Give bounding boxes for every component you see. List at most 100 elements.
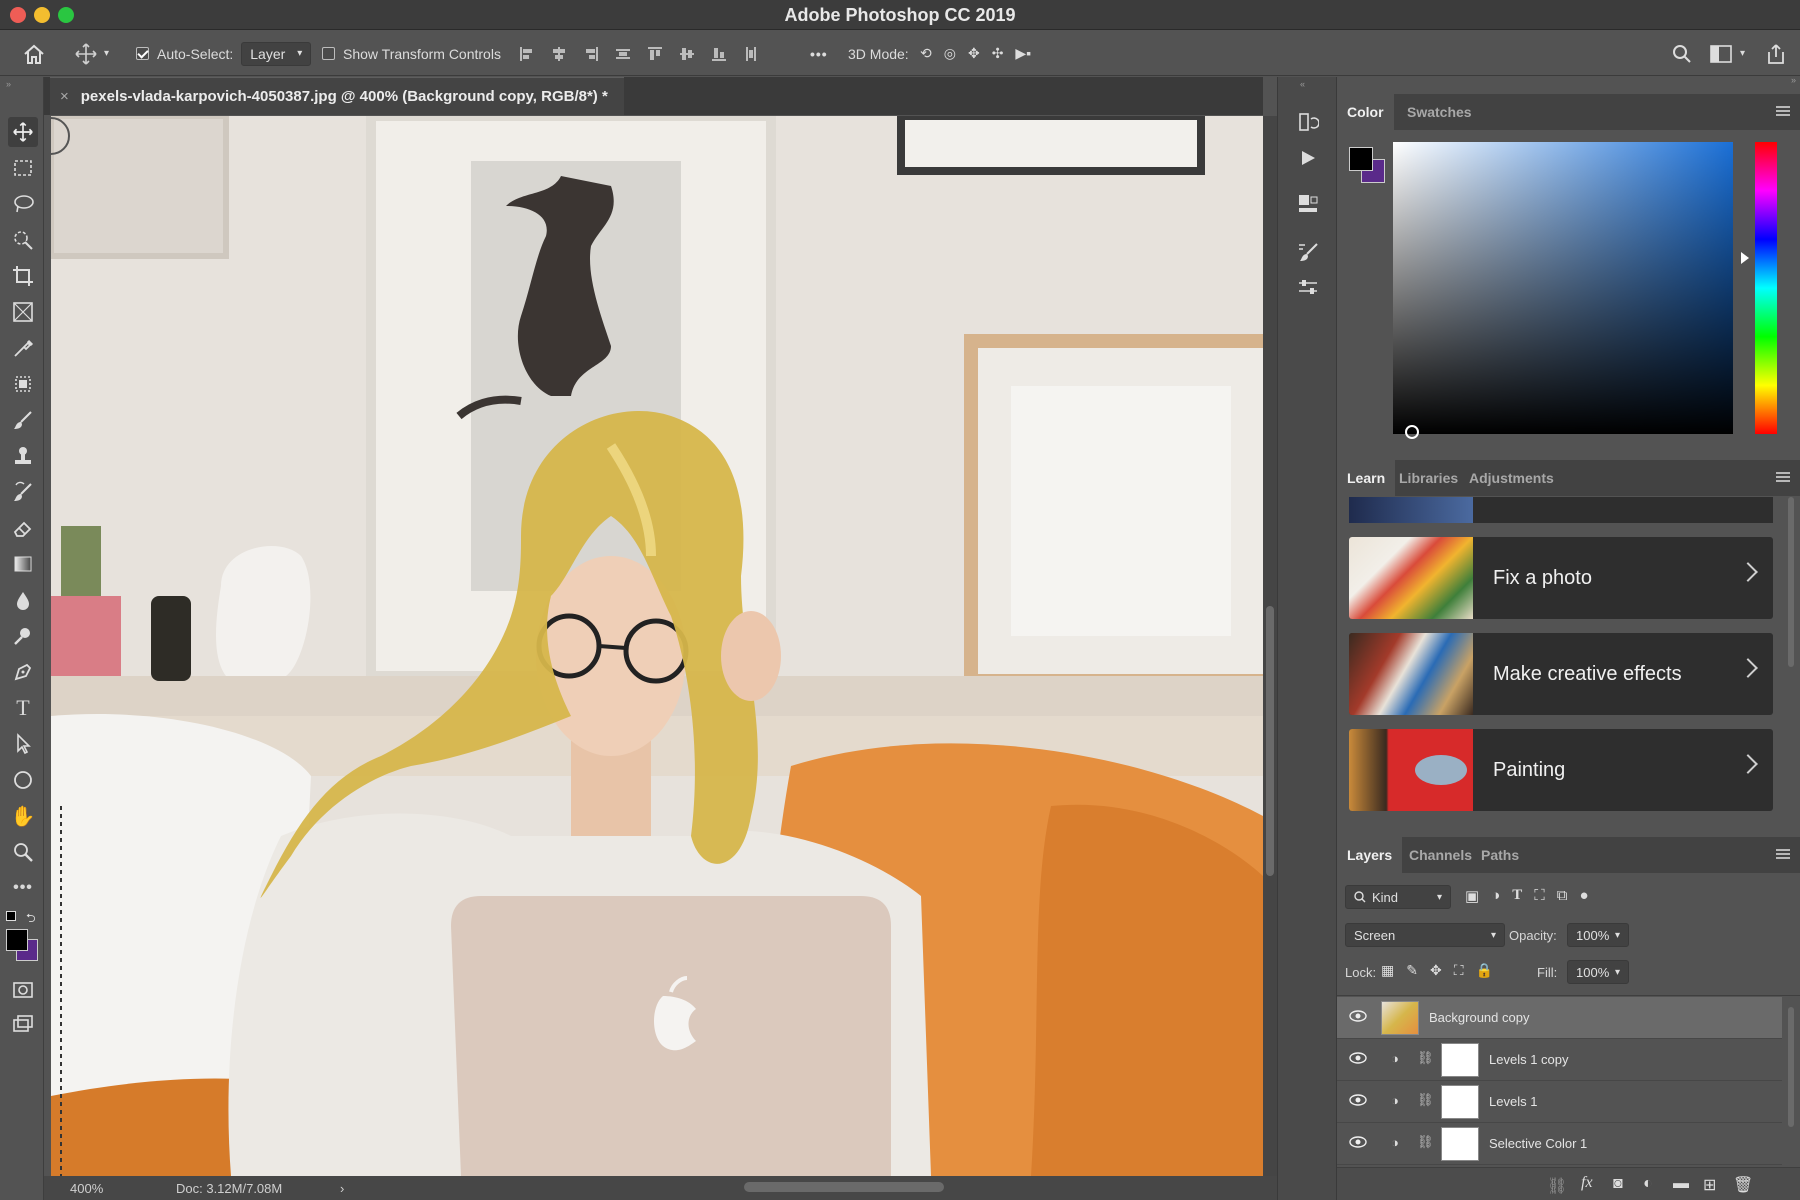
link-icon[interactable]: ⛓ [1417, 1134, 1434, 1150]
smart-object-filter-icon[interactable]: ⧉ [1557, 887, 1568, 905]
edit-toolbar-icon[interactable]: ••• [8, 873, 38, 903]
default-colors-icon[interactable] [6, 911, 16, 921]
tab-adjustments[interactable]: Adjustments [1459, 460, 1564, 496]
type-filter-icon[interactable]: T [1512, 887, 1522, 905]
align-right-icon[interactable] [580, 43, 602, 65]
swap-colors-icon[interactable]: ⮌ [26, 909, 36, 930]
layer-mask-thumbnail[interactable] [1441, 1043, 1479, 1077]
crop-tool-icon[interactable] [8, 261, 38, 291]
filter-toggle-icon[interactable]: ● [1580, 887, 1589, 905]
workspace-icon[interactable]: ▾ [1710, 31, 1745, 76]
collapse-icon[interactable]: » [6, 79, 11, 89]
add-mask-icon[interactable]: ◙ [1613, 1175, 1623, 1193]
blend-mode-dropdown[interactable]: Screen ▾ [1345, 923, 1505, 947]
pen-tool-icon[interactable] [8, 657, 38, 687]
panel-menu-icon[interactable] [1776, 849, 1790, 859]
lock-image-icon[interactable]: ✎ [1406, 962, 1418, 979]
layer-row-levels-1-copy[interactable]: ◑ ⛓ Levels 1 copy [1337, 1039, 1782, 1081]
tab-layers[interactable]: Layers [1337, 837, 1403, 873]
ellipse-tool-icon[interactable] [8, 765, 38, 795]
tab-paths[interactable]: Paths [1471, 837, 1529, 873]
lock-all-icon[interactable]: 🔒 [1476, 962, 1493, 979]
panel-menu-icon[interactable] [1776, 106, 1790, 116]
canvas-vertical-scrollbar[interactable] [1263, 116, 1277, 1176]
properties-panel-icon[interactable] [1293, 189, 1323, 219]
learn-card-partial[interactable] [1349, 497, 1773, 523]
drag-3d-icon[interactable]: ✥ [968, 45, 980, 62]
distribute-vertical-icon[interactable] [740, 43, 762, 65]
roll-icon[interactable]: ◎ [944, 45, 956, 62]
quick-selection-tool-icon[interactable] [8, 225, 38, 255]
auto-select-dropdown[interactable]: Layer ▾ [241, 41, 312, 66]
lasso-tool-icon[interactable] [8, 189, 38, 219]
delete-layer-icon[interactable]: 🗑 [1733, 1175, 1753, 1195]
type-tool-icon[interactable]: T [8, 693, 38, 723]
panel-menu-icon[interactable] [1776, 472, 1790, 482]
new-layer-icon[interactable]: ⊞ [1703, 1175, 1716, 1195]
document-tab[interactable]: × pexels-vlada-karpovich-4050387.jpg @ 4… [50, 77, 624, 115]
foreground-color-swatch[interactable] [1349, 147, 1373, 171]
new-adjustment-layer-icon[interactable]: ◐ [1643, 1175, 1653, 1193]
path-selection-tool-icon[interactable] [8, 729, 38, 759]
close-document-icon[interactable]: × [60, 88, 69, 105]
close-window-button[interactable] [10, 7, 26, 23]
move-tool-icon[interactable]: ▾ [74, 31, 109, 76]
gradient-tool-icon[interactable] [8, 549, 38, 579]
layer-row-background-copy[interactable]: Background copy [1337, 997, 1782, 1039]
zoom-tool-icon[interactable] [8, 837, 38, 867]
frame-tool-icon[interactable] [8, 297, 38, 327]
adjustments-sliders-icon[interactable] [1293, 273, 1323, 303]
scrollbar-thumb[interactable] [1788, 497, 1794, 667]
video-camera-icon[interactable]: ▶▪ [1015, 45, 1031, 62]
color-picker-cursor[interactable] [1405, 425, 1419, 439]
tab-color[interactable]: Color [1337, 94, 1394, 130]
scrollbar-thumb[interactable] [1266, 606, 1274, 876]
lock-position-icon[interactable]: ✥ [1430, 962, 1442, 979]
home-icon[interactable] [22, 31, 46, 76]
visibility-eye-icon[interactable] [1349, 1136, 1367, 1148]
zoom-level[interactable]: 400% [70, 1181, 103, 1196]
canvas-horizontal-scrollbar[interactable] [744, 1182, 944, 1192]
layer-row-levels-1[interactable]: ◑ ⛓ Levels 1 [1337, 1081, 1782, 1123]
distribute-horizontal-icon[interactable] [612, 43, 634, 65]
foreground-color-swatch[interactable] [6, 929, 28, 951]
orbit-icon[interactable]: ⟲ [920, 45, 932, 62]
adjustment-filter-icon[interactable]: ◑ [1491, 887, 1500, 905]
hand-tool-icon[interactable]: ✋ [8, 801, 38, 831]
layer-filter-kind[interactable]: Kind ▾ [1345, 885, 1451, 909]
brush-tool-icon[interactable] [8, 405, 38, 435]
align-bottom-icon[interactable] [708, 43, 730, 65]
tab-channels[interactable]: Channels [1399, 837, 1482, 873]
healing-brush-tool-icon[interactable] [8, 369, 38, 399]
lock-transparent-icon[interactable]: ▦ [1381, 962, 1394, 979]
link-icon[interactable]: ⛓ [1417, 1092, 1434, 1108]
visibility-eye-icon[interactable] [1349, 1010, 1367, 1022]
pixel-filter-icon[interactable]: ▣ [1465, 887, 1479, 905]
auto-select-checkbox[interactable] [136, 47, 149, 60]
fill-field[interactable]: 100% ▾ [1567, 960, 1629, 984]
learn-card-fix-photo[interactable]: Fix a photo [1349, 537, 1773, 619]
learn-card-painting[interactable]: Painting [1349, 729, 1773, 811]
search-icon[interactable] [1672, 31, 1692, 76]
move-tool-icon[interactable] [8, 117, 38, 147]
opacity-field[interactable]: 100% ▾ [1567, 923, 1629, 947]
link-icon[interactable]: ⛓ [1417, 1050, 1434, 1066]
clone-stamp-tool-icon[interactable] [8, 441, 38, 471]
actions-play-icon[interactable] [1293, 143, 1323, 173]
link-layers-icon[interactable]: ⛓ [1547, 1176, 1567, 1196]
shape-filter-icon[interactable]: ⛶ [1534, 887, 1545, 905]
document-canvas[interactable] [51, 116, 1263, 1176]
new-group-icon[interactable]: ▬ [1673, 1175, 1689, 1193]
minimize-window-button[interactable] [34, 7, 50, 23]
layer-row-selective-color-1[interactable]: ◑ ⛓ Selective Color 1 [1337, 1123, 1782, 1165]
align-top-icon[interactable] [644, 43, 666, 65]
collapse-icon[interactable]: « [1300, 79, 1305, 89]
slide-3d-icon[interactable]: ✣ [992, 45, 1004, 62]
history-brush-tool-icon[interactable] [8, 477, 38, 507]
visibility-eye-icon[interactable] [1349, 1052, 1367, 1064]
marquee-tool-icon[interactable] [8, 153, 38, 183]
lock-artboard-icon[interactable]: ⛶ [1454, 962, 1464, 979]
layer-style-icon[interactable]: fx [1581, 1174, 1593, 1192]
eraser-tool-icon[interactable] [8, 513, 38, 543]
learn-card-creative-effects[interactable]: Make creative effects [1349, 633, 1773, 715]
